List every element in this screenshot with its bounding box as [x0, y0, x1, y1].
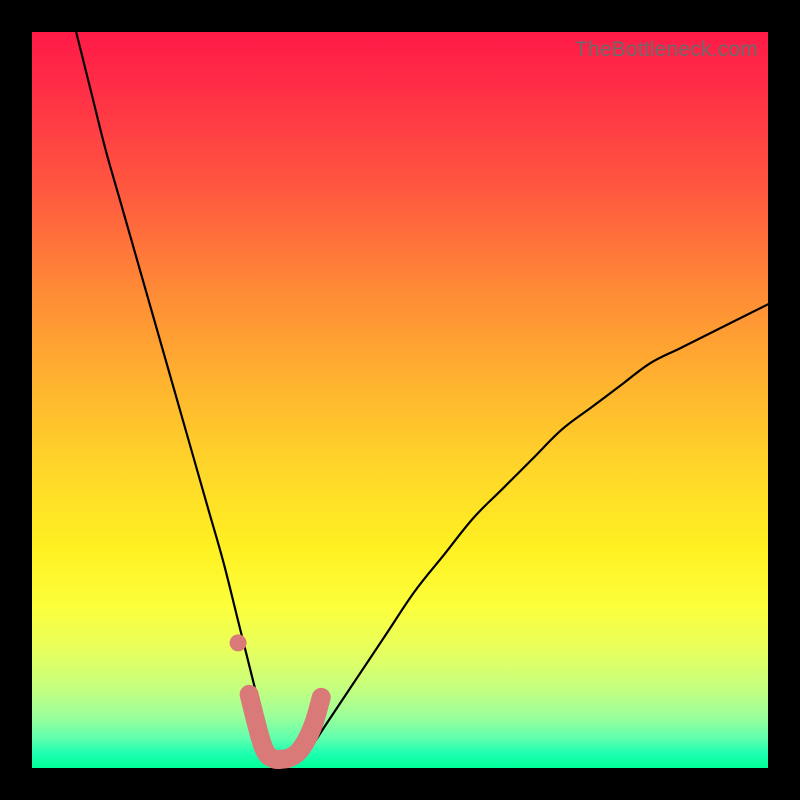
salmon-dot-marker	[230, 634, 247, 651]
salmon-worm-marker	[249, 694, 321, 759]
bottleneck-curve	[76, 32, 768, 762]
curve-layer	[32, 32, 768, 768]
chart-frame: TheBottleneck.com	[0, 0, 800, 800]
plot-area: TheBottleneck.com	[32, 32, 768, 768]
